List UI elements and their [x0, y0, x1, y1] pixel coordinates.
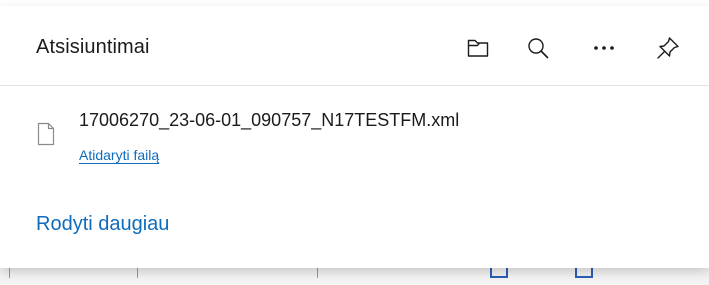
pin-icon: [657, 37, 679, 59]
download-file-name: 17006270_23-06-01_090757_N17TESTFM.xml: [79, 110, 460, 130]
folder-icon: [467, 39, 489, 57]
pin-panel-button[interactable]: [648, 28, 688, 68]
more-icon: [594, 46, 614, 50]
more-options-button[interactable]: [584, 28, 624, 68]
downloads-header: Atsisiuntimai: [0, 6, 709, 85]
downloads-panel: Atsisiuntimai 17006270_23-06-01_090757_N…: [0, 6, 709, 268]
search-icon: [528, 38, 549, 59]
show-more-link[interactable]: Rodyti daugiau: [36, 213, 169, 236]
download-item[interactable]: 17006270_23-06-01_090757_N17TESTFM.xml A…: [24, 104, 624, 176]
search-downloads-button[interactable]: [518, 28, 558, 68]
open-downloads-folder-button[interactable]: [458, 28, 498, 68]
file-icon: [37, 122, 55, 146]
header-divider: [0, 85, 709, 86]
panel-title: Atsisiuntimai: [36, 36, 150, 58]
open-file-link[interactable]: Atidaryti failą: [79, 147, 159, 163]
